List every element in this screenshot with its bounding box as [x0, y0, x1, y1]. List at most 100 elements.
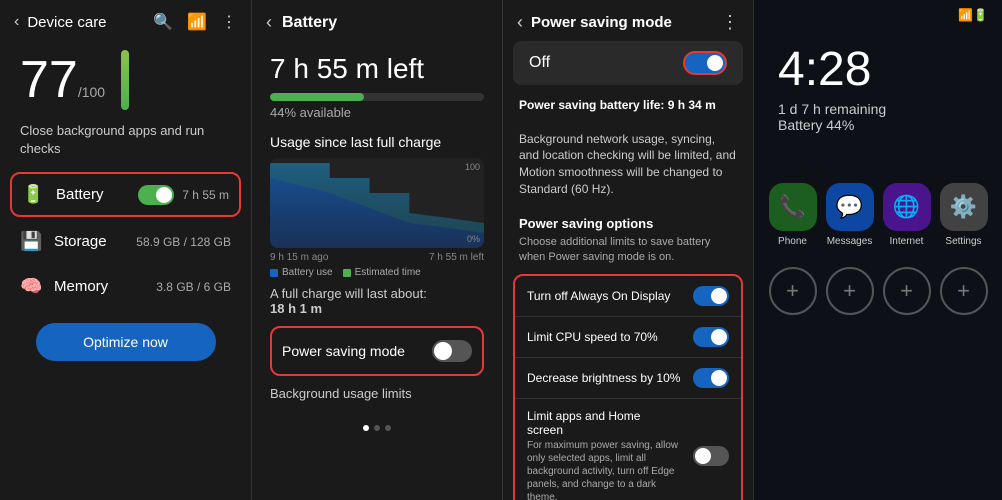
- back-icon[interactable]: ‹: [14, 13, 19, 31]
- add-button-1[interactable]: +: [769, 267, 817, 315]
- messages-icon: 💬: [826, 183, 874, 231]
- back-icon[interactable]: ‹: [266, 12, 272, 33]
- options-list: Turn off Always On Display Limit CPU spe…: [513, 274, 743, 500]
- memory-icon: 🧠: [20, 276, 42, 297]
- dot-2: [374, 425, 380, 431]
- memory-list-item[interactable]: 🧠 Memory 3.8 GB / 6 GB: [10, 266, 241, 307]
- add-button-3[interactable]: +: [883, 267, 931, 315]
- battery-life-label: Power saving battery life: 9 h 34 m: [519, 98, 716, 112]
- battery-chart: 100 0%: [270, 158, 484, 248]
- option-4-desc: For maximum power saving, allow only sel…: [527, 439, 685, 500]
- status-icons: 📶🔋: [958, 8, 988, 22]
- legend-estimated: Estimated time: [343, 267, 421, 278]
- option-1-label: Turn off Always On Display: [527, 289, 678, 303]
- battery-toggle[interactable]: [138, 185, 174, 205]
- main-toggle[interactable]: [683, 51, 727, 75]
- back-icon[interactable]: ‹: [517, 12, 523, 33]
- battery-available: 44% available: [270, 105, 484, 120]
- messages-app[interactable]: 💬 Messages: [826, 183, 874, 247]
- options-desc: Choose additional limits to save battery…: [503, 235, 753, 274]
- storage-list-item[interactable]: 💾 Storage 58.9 GB / 128 GB: [10, 221, 241, 262]
- messages-label: Messages: [827, 236, 873, 247]
- option-2-toggle[interactable]: [693, 327, 729, 347]
- phone-app[interactable]: 📞 Phone: [769, 183, 817, 247]
- add-buttons-row: + + + +: [754, 263, 1002, 319]
- option-4-toggle[interactable]: [693, 446, 729, 466]
- dot-1: [363, 425, 369, 431]
- storage-icon: 💾: [20, 231, 42, 252]
- options-title: Power saving options: [503, 206, 753, 235]
- home-screen-panel: 📶🔋 4:28 1 d 7 h remaining Battery 44% 📞 …: [753, 0, 1002, 500]
- score-out-of: /100: [78, 84, 105, 100]
- score-area: 77/100: [0, 40, 251, 122]
- chart-x-labels: 9 h 15 m ago 7 h 55 m left: [270, 252, 484, 263]
- option-cpu-speed[interactable]: Limit CPU speed to 70%: [515, 317, 741, 358]
- option-brightness[interactable]: Decrease brightness by 10%: [515, 358, 741, 399]
- option-4-label: Limit apps and Home screen: [527, 409, 685, 437]
- settings-app[interactable]: ⚙️ Settings: [940, 183, 988, 247]
- chart-x-right: 7 h 55 m left: [429, 252, 484, 263]
- settings-label: Settings: [945, 236, 981, 247]
- battery-percentage: Battery 44%: [778, 117, 978, 133]
- legend-battery-use: Battery use: [270, 267, 333, 278]
- internet-label: Internet: [890, 236, 924, 247]
- device-care-header: ‹ Device care 🔍 📶 ⋮: [0, 0, 251, 40]
- battery-remaining-info: 1 d 7 h remaining Battery 44%: [754, 97, 1002, 163]
- score-description: Close background apps and run checks: [0, 122, 251, 172]
- search-icon[interactable]: 🔍: [153, 12, 173, 32]
- status-bar: 📶🔋: [754, 0, 1002, 22]
- full-charge-info: A full charge will last about:18 h 1 m: [270, 286, 484, 316]
- battery-panel: ‹ Battery 7 h 55 m left 44% available Us…: [251, 0, 502, 500]
- option-3-toggle[interactable]: [693, 368, 729, 388]
- score-number: 77: [20, 51, 78, 109]
- page-dots: [252, 425, 502, 431]
- battery-bar-wrap: [270, 93, 484, 101]
- legend-dot-estimated: [343, 269, 351, 277]
- internet-icon: 🌐: [883, 183, 931, 231]
- option-limit-apps[interactable]: Limit apps and Home screen For maximum p…: [515, 399, 741, 500]
- battery-list-item[interactable]: 🔋 Battery 7 h 55 m: [10, 172, 241, 217]
- power-saving-label: Power saving mode: [282, 343, 405, 359]
- storage-info: 58.9 GB / 128 GB: [136, 235, 231, 249]
- add-button-2[interactable]: +: [826, 267, 874, 315]
- legend-label-battery: Battery use: [282, 267, 333, 278]
- dot-3: [385, 425, 391, 431]
- page-title: Device care: [27, 14, 106, 31]
- memory-label: Memory: [54, 278, 108, 295]
- battery-fill: [270, 93, 364, 101]
- score-bar: [121, 50, 129, 110]
- power-saving-header: ‹ Power saving mode ⋮: [503, 0, 753, 41]
- more-icon[interactable]: ⋮: [221, 12, 237, 32]
- background-usage-link[interactable]: Background usage limits: [270, 382, 484, 405]
- battery-time: 7 h 55 m: [182, 188, 229, 202]
- internet-app[interactable]: 🌐 Internet: [883, 183, 931, 247]
- phone-label: Phone: [778, 236, 807, 247]
- chart-svg: [270, 158, 484, 248]
- settings-icon: ⚙️: [940, 183, 988, 231]
- battery-main: 7 h 55 m left 44% available Usage since …: [252, 41, 502, 417]
- legend-dot-battery: [270, 269, 278, 277]
- power-saving-description: Background network usage, syncing, and l…: [519, 132, 736, 196]
- power-saving-row[interactable]: Power saving mode: [270, 326, 484, 376]
- clock-display: 4:28: [754, 22, 1002, 97]
- storage-label: Storage: [54, 233, 107, 250]
- battery-header: ‹ Battery: [252, 0, 502, 41]
- off-toggle-row[interactable]: Off: [513, 41, 743, 85]
- optimize-button[interactable]: Optimize now: [36, 323, 216, 361]
- power-saving-panel: ‹ Power saving mode ⋮ Off Power saving b…: [502, 0, 753, 500]
- chart-legend: Battery use Estimated time: [270, 267, 484, 278]
- battery-icon: 🔋: [22, 184, 44, 205]
- battery-time-left: 7 h 55 m left: [270, 53, 484, 85]
- more-icon[interactable]: ⋮: [721, 12, 739, 33]
- phone-icon: 📞: [769, 183, 817, 231]
- memory-info: 3.8 GB / 6 GB: [156, 280, 231, 294]
- power-saving-toggle[interactable]: [432, 340, 472, 362]
- option-1-toggle[interactable]: [693, 286, 729, 306]
- add-button-4[interactable]: +: [940, 267, 988, 315]
- option-always-on-display[interactable]: Turn off Always On Display: [515, 276, 741, 317]
- usage-section-title: Usage since last full charge: [270, 134, 484, 150]
- chart-x-left: 9 h 15 m ago: [270, 252, 328, 263]
- option-3-label: Decrease brightness by 10%: [527, 371, 688, 385]
- battery-title: Battery: [282, 14, 337, 32]
- option-2-label: Limit CPU speed to 70%: [527, 330, 666, 344]
